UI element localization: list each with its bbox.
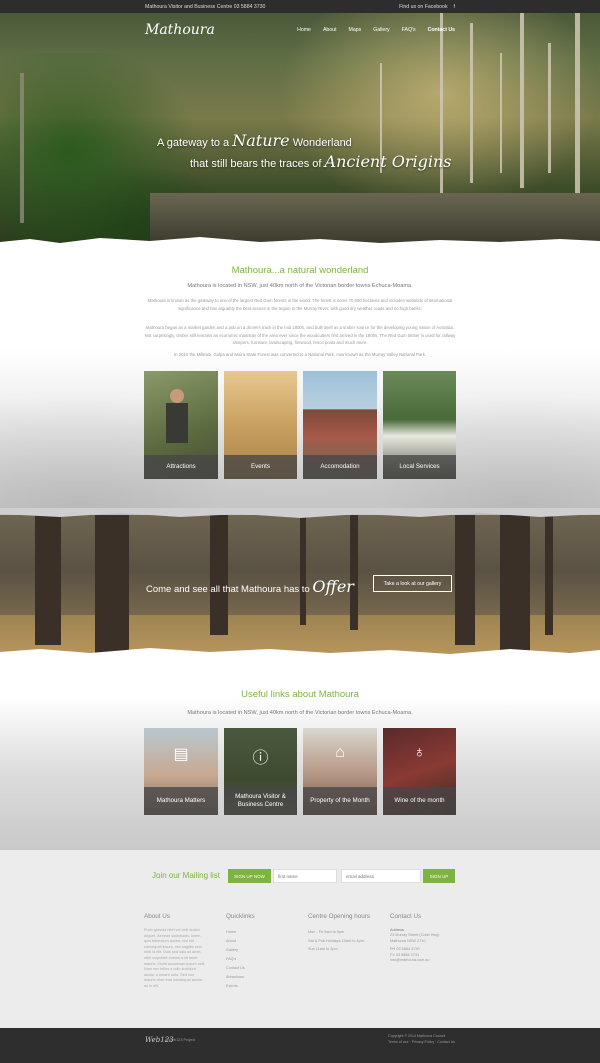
footer-quicklinks: Quicklinks Home About Gallery FAQ's Cont… bbox=[226, 913, 301, 991]
intro-paragraph-2: Mathoura began as a market garden and a … bbox=[144, 325, 456, 346]
tile-events[interactable]: Events bbox=[223, 371, 297, 479]
hours-saturday: Sat & Pub Holidays 10am to 4pm bbox=[308, 938, 364, 943]
useful-links-section: Useful links about Mathoura Mathoura is … bbox=[0, 655, 600, 850]
copyright: Copyright © 2014 Mathoura Council Terms … bbox=[388, 1034, 456, 1046]
signup-button[interactable]: SIGN UP bbox=[423, 869, 455, 883]
nav-contact[interactable]: Contact Us bbox=[428, 27, 455, 33]
gallery-callout: Come and see all that Mathoura has to Of… bbox=[146, 577, 354, 596]
legal-links[interactable]: Terms of use · Privacy Policy · Contact … bbox=[388, 1040, 455, 1046]
useful-tiles: ▤ Mathoura Matters ⓘ Mathoura Visitor & … bbox=[144, 728, 456, 815]
quicklink-faqs[interactable]: FAQ's bbox=[226, 955, 301, 964]
bottom-bar: Web123 A Web123 Project Copyright © 2014… bbox=[0, 1028, 600, 1063]
nav-faqs[interactable]: FAQ's bbox=[402, 27, 416, 33]
torn-edge-top bbox=[0, 508, 600, 518]
main-nav: Mathoura Home About Maps Gallery FAQ's C… bbox=[0, 13, 600, 47]
intro-paragraph-3: In 2010 the Millewa, Gulpa and Moira Sta… bbox=[173, 352, 427, 357]
first-name-input[interactable] bbox=[273, 869, 337, 883]
footer-columns: About Us Proin gravida nibh vel velit au… bbox=[0, 905, 600, 1028]
gallery-band: Come and see all that Mathoura has to Of… bbox=[0, 515, 600, 655]
footer-hours: Centre Opening hours Mon - Fri 9am to 5p… bbox=[308, 913, 383, 954]
tile-wine-of-month[interactable]: ♁ Wine of the month bbox=[382, 728, 456, 815]
tile-mathoura-matters[interactable]: ▤ Mathoura Matters bbox=[144, 728, 218, 815]
intro-lead: Mathoura is located in NSW, just 40km no… bbox=[187, 283, 413, 289]
page: A gateway to a Nature Wonderland that st… bbox=[0, 0, 600, 1063]
quicklink-gallery[interactable]: Gallery bbox=[226, 946, 301, 955]
gallery-button[interactable]: Take a look at our gallery bbox=[373, 575, 452, 592]
nav-home[interactable]: Home bbox=[297, 27, 311, 33]
feature-tiles: Attractions Events Accomodation Local Se… bbox=[144, 371, 456, 479]
top-info-bar: Mathoura Visitor and Business Centre 03 … bbox=[0, 0, 600, 13]
facebook-link[interactable]: Find us on Facebook f bbox=[399, 4, 455, 10]
nav-maps[interactable]: Maps bbox=[349, 27, 362, 33]
hours-title: Centre Opening hours bbox=[308, 913, 370, 920]
about-text: Proin gravida nibh vel velit auctor aliq… bbox=[144, 928, 206, 988]
intro-section: Mathoura...a natural wonderland Mathoura… bbox=[0, 245, 600, 520]
tile-visitor-centre[interactable]: ⓘ Mathoura Visitor & Business Centre bbox=[223, 728, 297, 815]
quicklink-contact[interactable]: Contact Us bbox=[226, 964, 301, 973]
hero-tagline-line1: A gateway to a Nature Wonderland bbox=[157, 131, 352, 150]
tile-local-services[interactable]: Local Services bbox=[382, 371, 456, 479]
signup-tag: SIGN UP NOW bbox=[228, 869, 271, 883]
quicklinks-title: Quicklinks bbox=[226, 913, 255, 920]
quicklink-home[interactable]: Home bbox=[226, 928, 301, 937]
hero-banner: A gateway to a Nature Wonderland that st… bbox=[0, 13, 600, 245]
nav-about[interactable]: About bbox=[323, 27, 337, 33]
intro-paragraph-1: Mathoura is known as the gateway to one … bbox=[147, 298, 453, 311]
nav-gallery[interactable]: Gallery bbox=[373, 27, 389, 33]
footer-about: About Us Proin gravida nibh vel velit au… bbox=[144, 913, 206, 990]
quicklink-about[interactable]: About bbox=[226, 937, 301, 946]
intro-heading: Mathoura...a natural wonderland bbox=[231, 265, 369, 276]
mailing-list: Join our Mailing list SIGN UP NOW SIGN U… bbox=[0, 850, 600, 905]
hours-weekday: Mon - Fri 9am to 5pm bbox=[308, 930, 345, 934]
about-title: About Us bbox=[144, 913, 170, 920]
quicklink-events[interactable]: Events bbox=[226, 982, 301, 991]
newspaper-icon: ▤ bbox=[173, 746, 189, 763]
info-pin-icon: ⓘ bbox=[252, 750, 269, 767]
wine-bottle-icon: ♁ bbox=[413, 744, 426, 761]
useful-heading: Useful links about Mathoura bbox=[241, 689, 359, 700]
credit-text: A Web123 Project bbox=[165, 1038, 196, 1042]
tile-accomodation[interactable]: Accomodation bbox=[303, 371, 377, 479]
hours-sunday: Sun 11am to 3pm bbox=[308, 947, 338, 951]
hero-tagline-line2: that still bears the traces of Ancient O… bbox=[190, 152, 452, 171]
email-link[interactable]: info@mathoura.com.au bbox=[390, 958, 465, 963]
contact-phone-text: Mathoura Visitor and Business Centre 03 … bbox=[145, 3, 266, 10]
useful-lead: Mathoura is located in NSW, just 40km no… bbox=[187, 710, 413, 716]
nav-menu: Home About Maps Gallery FAQ's Contact Us bbox=[297, 27, 455, 33]
site-logo[interactable]: Mathoura bbox=[145, 22, 215, 38]
tile-property-of-month[interactable]: ⌂ Property of the Month bbox=[303, 728, 377, 815]
house-icon: ⌂ bbox=[335, 744, 345, 761]
facebook-icon: f bbox=[453, 3, 455, 10]
footer-contact: Contact Us Address 23 Murray Street (Cob… bbox=[390, 913, 465, 963]
email-input[interactable] bbox=[341, 869, 421, 883]
tile-attractions[interactable]: Attractions bbox=[144, 371, 218, 479]
address-line-2: Mathoura NSW 2710 bbox=[390, 938, 426, 943]
quicklink-attractions[interactable]: Attractions bbox=[226, 973, 301, 982]
contact-title: Contact Us bbox=[390, 913, 422, 920]
mailing-label: Join our Mailing list bbox=[152, 871, 221, 880]
